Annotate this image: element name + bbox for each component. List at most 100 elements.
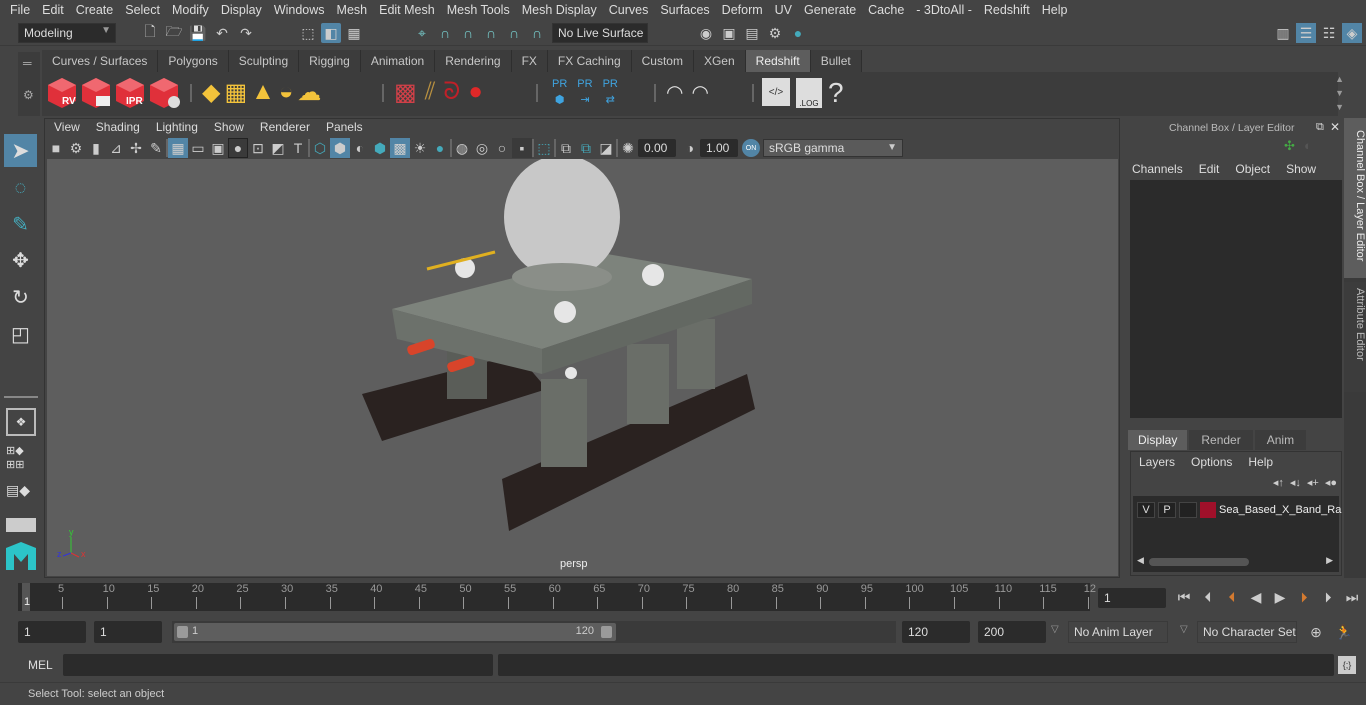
hypershade-icon[interactable]: ● [788,23,808,43]
new-layer-icon[interactable]: ◂+ [1307,476,1319,489]
menu-modify[interactable]: Modify [166,3,215,17]
go-to-end-icon[interactable]: ⏭ [1342,587,1362,607]
time-slider[interactable]: 1 5 10 15 20 25 30 35 40 45 50 55 60 65 70 75 80 85 90 95 1… [18,583,1096,611]
cb-menu-show[interactable]: Show [1278,162,1324,176]
redshift-render-view-button[interactable]: RV [46,76,78,110]
anti-alias-icon[interactable]: ○ [492,138,512,158]
character-set-dropdown[interactable]: No Character Set [1197,621,1297,643]
grease-pencil-icon[interactable]: ✎ [146,138,166,158]
animation-start-field[interactable]: 1 [18,621,86,643]
menu-mesh-tools[interactable]: Mesh Tools [441,3,516,17]
menu-create[interactable]: Create [70,3,120,17]
range-slider[interactable]: 1 120 [174,623,616,641]
step-back-frame-icon[interactable]: ⏴ [1198,587,1218,607]
step-forward-frame-icon[interactable]: ⏵ [1318,587,1338,607]
float-panel-icon[interactable]: ⧉ [1316,121,1324,134]
pr-import-button[interactable]: PR ⬢ [552,76,567,108]
undo-icon[interactable]: ↶ [212,23,232,43]
menu-windows[interactable]: Windows [268,3,331,17]
bake-multi-icon[interactable]: ◠ [666,80,683,105]
redshift-render-settings-button[interactable] [148,76,180,110]
resolution-gate-icon[interactable]: ▣ [208,138,228,158]
menu-mesh[interactable]: Mesh [331,3,374,17]
default-material-icon[interactable]: ◐ [350,138,370,158]
layer-tab-anim[interactable]: Anim [1254,430,1307,450]
shelf-tab-curves-surfaces[interactable]: Curves / Surfaces [42,50,159,72]
rotate-tool-button[interactable]: ↻ [4,281,37,314]
menu-mesh-display[interactable]: Mesh Display [516,3,603,17]
graph-layout-button[interactable] [6,518,36,532]
layer-menu-options[interactable]: Options [1183,455,1240,469]
lights-icon[interactable]: ☀ [410,138,430,158]
render-settings-icon[interactable]: ⚙ [765,23,785,43]
play-forward-icon[interactable]: ▶ [1270,587,1290,607]
snap-grid-icon[interactable]: ⌖ [412,23,432,43]
open-scene-icon[interactable]: 🗁 [164,23,184,43]
bookmark-icon[interactable]: ▮ [86,138,106,158]
side-tab-channel-box[interactable]: Channel Box / Layer Editor [1344,118,1366,278]
spot-light-icon[interactable]: ▲ [251,78,275,107]
snap-view-icon[interactable]: ∩ [481,23,501,43]
menu-generate[interactable]: Generate [798,3,862,17]
menu-curves[interactable]: Curves [603,3,655,17]
redo-icon[interactable]: ↷ [236,23,256,43]
vp-menu-shading[interactable]: Shading [88,120,148,138]
gate-mask-icon[interactable]: ● [228,138,248,158]
modeling-toolkit-icon[interactable]: ▥ [1273,23,1293,43]
shelf-gear-icon[interactable]: ⚙ [23,88,34,102]
vp-menu-panels[interactable]: Panels [318,120,371,138]
xray-icon[interactable]: ⧉ [556,138,576,158]
scale-tool-button[interactable]: ◰ [4,318,37,351]
textured-icon[interactable]: ▩ [390,138,410,158]
xray-components-icon[interactable]: ◪ [596,138,616,158]
move-layer-down-icon[interactable]: ◂↓ [1290,476,1301,489]
render-view-icon[interactable]: ◉ [696,23,716,43]
shelf-tab-rendering[interactable]: Rendering [435,50,512,72]
viewport-3d[interactable]: y x z persp [47,159,1118,576]
scroll-left-icon[interactable]: ◀ [1137,555,1144,566]
color-management-toggle[interactable]: ON [742,139,760,157]
range-end-handle[interactable] [601,626,612,638]
scroll-thumb[interactable] [1149,558,1249,566]
play-backward-icon[interactable]: ◀ [1246,587,1266,607]
layer-horizontal-scrollbar[interactable]: ◀ ▶ [1137,555,1333,568]
wireframe-icon[interactable]: ⬡ [310,138,330,158]
layer-row[interactable]: V P Sea_Based_X_Band_Ra [1137,502,1341,518]
cb-menu-channels[interactable]: Channels [1124,162,1191,176]
range-start-handle[interactable] [177,626,188,638]
shelf-scroll[interactable]: ▲ ▼ ▼ [1335,72,1344,114]
new-layer-selected-icon[interactable]: ◂● [1325,476,1337,489]
pr-export-button[interactable]: PR ⇥ [577,76,592,108]
step-forward-key-icon[interactable]: ⏵ [1294,587,1314,607]
select-tool-button[interactable]: ➤ [4,134,37,167]
layer-name[interactable]: Sea_Based_X_Band_Ra [1219,504,1341,516]
ipr-render-icon[interactable]: ▤ [742,23,762,43]
dome-light-icon[interactable]: ◒ [279,78,294,107]
camera-icon[interactable]: ■ [46,138,66,158]
animation-end-field[interactable]: 200 [978,621,1046,643]
snap-curve-icon[interactable]: ∩ [435,23,455,43]
go-to-start-icon[interactable]: ⏮ [1174,587,1194,607]
shelf-tab-fx-caching[interactable]: FX Caching [547,50,632,72]
shelf-menu-icon[interactable]: ═ [23,56,32,70]
workspace-dropdown[interactable]: Modeling ▼ [18,23,116,43]
paint-select-tool-button[interactable]: ✎ [4,208,37,241]
snap-surface-icon[interactable]: ∩ [504,23,524,43]
snap-point-icon[interactable]: ∩ [458,23,478,43]
shelf-tab-fx[interactable]: FX [511,50,548,72]
channel-list[interactable] [1130,180,1342,418]
layer-type-toggle[interactable] [1179,502,1197,518]
motion-blur-icon[interactable]: ◎ [472,138,492,158]
save-scene-icon[interactable]: 💾 [188,23,208,43]
move-tool-button[interactable]: ✥ [4,244,37,277]
log-icon[interactable]: .LOG [796,78,822,108]
mel-label[interactable]: MEL [28,658,53,672]
help-icon[interactable]: ? [828,78,844,108]
side-tab-attribute-editor[interactable]: Attribute Editor [1344,282,1366,392]
proxy-cube-icon[interactable]: ▩ [394,78,417,107]
field-chart-icon[interactable]: ⊡ [248,138,268,158]
shelf-tab-xgen[interactable]: XGen [693,50,746,72]
move-layer-up-icon[interactable]: ◂↑ [1273,476,1284,489]
area-light-icon[interactable]: ◆ [202,78,220,107]
image-plane-icon[interactable]: ⊿ [106,138,126,158]
